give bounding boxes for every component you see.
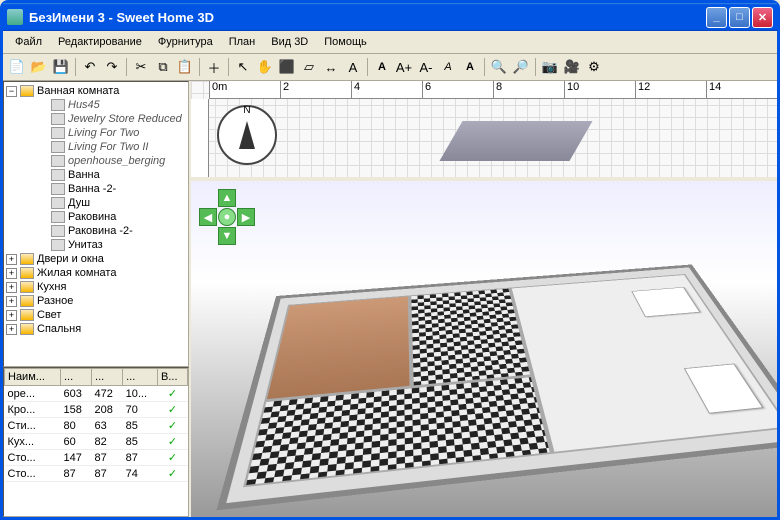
ruler-vertical (191, 99, 209, 177)
tree-item[interactable]: Ванна -2- (6, 182, 186, 196)
menubar: Файл Редактирование Фурнитура План Вид 3… (3, 31, 777, 54)
table-row[interactable]: Кро...15820870✓ (5, 402, 188, 418)
menu-plan[interactable]: План (223, 34, 262, 50)
tree-folder[interactable]: +Жилая комната (6, 266, 186, 280)
save-icon[interactable]: 💾 (51, 57, 71, 77)
plan-view[interactable]: 0m2468101214 (191, 81, 777, 181)
ruler-horizontal: 0m2468101214 (209, 81, 777, 99)
redo-icon[interactable]: ↷ (102, 57, 122, 77)
tree-folder[interactable]: +Свет (6, 308, 186, 322)
nav-up-icon[interactable]: ▲ (218, 189, 236, 207)
table-row[interactable]: Сто...1478787✓ (5, 450, 188, 466)
text-minus-icon[interactable]: A- (416, 57, 436, 77)
table-row[interactable]: Сти...806385✓ (5, 418, 188, 434)
tree-item[interactable]: Jewelry Store Reduced (6, 112, 186, 126)
tree-item[interactable]: Living For Two (6, 126, 186, 140)
cut-icon[interactable]: ✂ (131, 57, 151, 77)
room-icon[interactable]: ▱ (299, 57, 319, 77)
furniture-sofa[interactable] (632, 287, 700, 317)
tree-item[interactable]: Раковина -2- (6, 224, 186, 238)
nav-center-icon[interactable]: ● (218, 208, 236, 226)
text-icon[interactable]: A (343, 57, 363, 77)
furniture-chair[interactable] (683, 363, 763, 413)
column-header[interactable]: ... (92, 369, 123, 386)
furniture-tree[interactable]: −Ванная комната Hus45Jewelry Store Reduc… (3, 81, 189, 367)
tree-item[interactable]: Ванна (6, 168, 186, 182)
table-row[interactable]: Кух...608285✓ (5, 434, 188, 450)
tree-item[interactable]: openhouse_berging (6, 154, 186, 168)
minimize-button[interactable]: _ (706, 7, 727, 28)
tree-item[interactable]: Раковина (6, 210, 186, 224)
tree-folder[interactable]: +Спальня (6, 322, 186, 336)
tree-item[interactable]: Living For Two II (6, 140, 186, 154)
nav-pad: ▲ ▼ ◀ ▶ ● (199, 189, 255, 245)
plan-model[interactable] (439, 121, 592, 161)
nav-down-icon[interactable]: ▼ (218, 227, 236, 245)
menu-help[interactable]: Помощь (318, 34, 373, 50)
wall-icon[interactable]: ⬛ (277, 57, 297, 77)
text-plus-icon[interactable]: A+ (394, 57, 414, 77)
nav-left-icon[interactable]: ◀ (199, 208, 217, 226)
tree-folder[interactable]: +Разное (6, 294, 186, 308)
column-header[interactable]: Наим... (5, 369, 61, 386)
add-furniture-icon[interactable]: ＋ (204, 57, 224, 77)
tree-item[interactable]: Душ (6, 196, 186, 210)
undo-icon[interactable]: ↶ (80, 57, 100, 77)
compass-icon[interactable] (217, 105, 277, 165)
tree-folder[interactable]: +Кухня (6, 280, 186, 294)
tree-folder[interactable]: +Двери и окна (6, 252, 186, 266)
column-header[interactable]: ... (61, 369, 92, 386)
menu-file[interactable]: Файл (9, 34, 48, 50)
furniture-table[interactable]: Наим............В... оре...60347210...✓К… (3, 367, 189, 517)
bold-icon[interactable]: A (460, 57, 480, 77)
room-living[interactable] (510, 274, 777, 453)
open-icon[interactable]: 📂 (29, 57, 49, 77)
titlebar[interactable]: БезИмени 3 - Sweet Home 3D _ □ ✕ (3, 3, 777, 31)
tree-item[interactable]: Hus45 (6, 98, 186, 112)
settings-icon[interactable]: ⚙ (584, 57, 604, 77)
dimension-icon[interactable]: ↔ (321, 57, 341, 77)
column-header[interactable]: В... (158, 369, 188, 386)
italic-icon[interactable]: A (438, 57, 458, 77)
table-row[interactable]: оре...60347210...✓ (5, 386, 188, 402)
floor-3d[interactable] (216, 264, 777, 510)
text-bold-icon[interactable]: A (372, 57, 392, 77)
maximize-button[interactable]: □ (729, 7, 750, 28)
table-row[interactable]: Сто...878774✓ (5, 466, 188, 482)
view-3d[interactable]: ▲ ▼ ◀ ▶ ● (191, 181, 777, 517)
window-title: БезИмени 3 - Sweet Home 3D (29, 10, 704, 25)
paste-icon[interactable]: 📋 (175, 57, 195, 77)
room-bedroom[interactable] (264, 295, 412, 401)
tree-root[interactable]: −Ванная комната (6, 84, 186, 98)
close-button[interactable]: ✕ (752, 7, 773, 28)
new-icon[interactable]: 📄 (7, 57, 27, 77)
menu-furniture[interactable]: Фурнитура (152, 34, 219, 50)
nav-right-icon[interactable]: ▶ (237, 208, 255, 226)
zoom-out-icon[interactable]: 🔎 (511, 57, 531, 77)
tree-item[interactable]: Унитаз (6, 238, 186, 252)
column-header[interactable]: ... (123, 369, 158, 386)
copy-icon[interactable]: ⧉ (153, 57, 173, 77)
menu-edit[interactable]: Редактирование (52, 34, 148, 50)
select-icon[interactable]: ↖ (233, 57, 253, 77)
zoom-in-icon[interactable]: 🔍 (489, 57, 509, 77)
app-icon (7, 9, 23, 25)
video-icon[interactable]: 🎥 (562, 57, 582, 77)
menu-view3d[interactable]: Вид 3D (265, 34, 314, 50)
camera-icon[interactable]: 📷 (540, 57, 560, 77)
toolbar: 📄 📂 💾 ↶ ↷ ✂ ⧉ 📋 ＋ ↖ ✋ ⬛ ▱ ↔ A A A+ A- A … (3, 54, 777, 81)
pan-icon[interactable]: ✋ (255, 57, 275, 77)
